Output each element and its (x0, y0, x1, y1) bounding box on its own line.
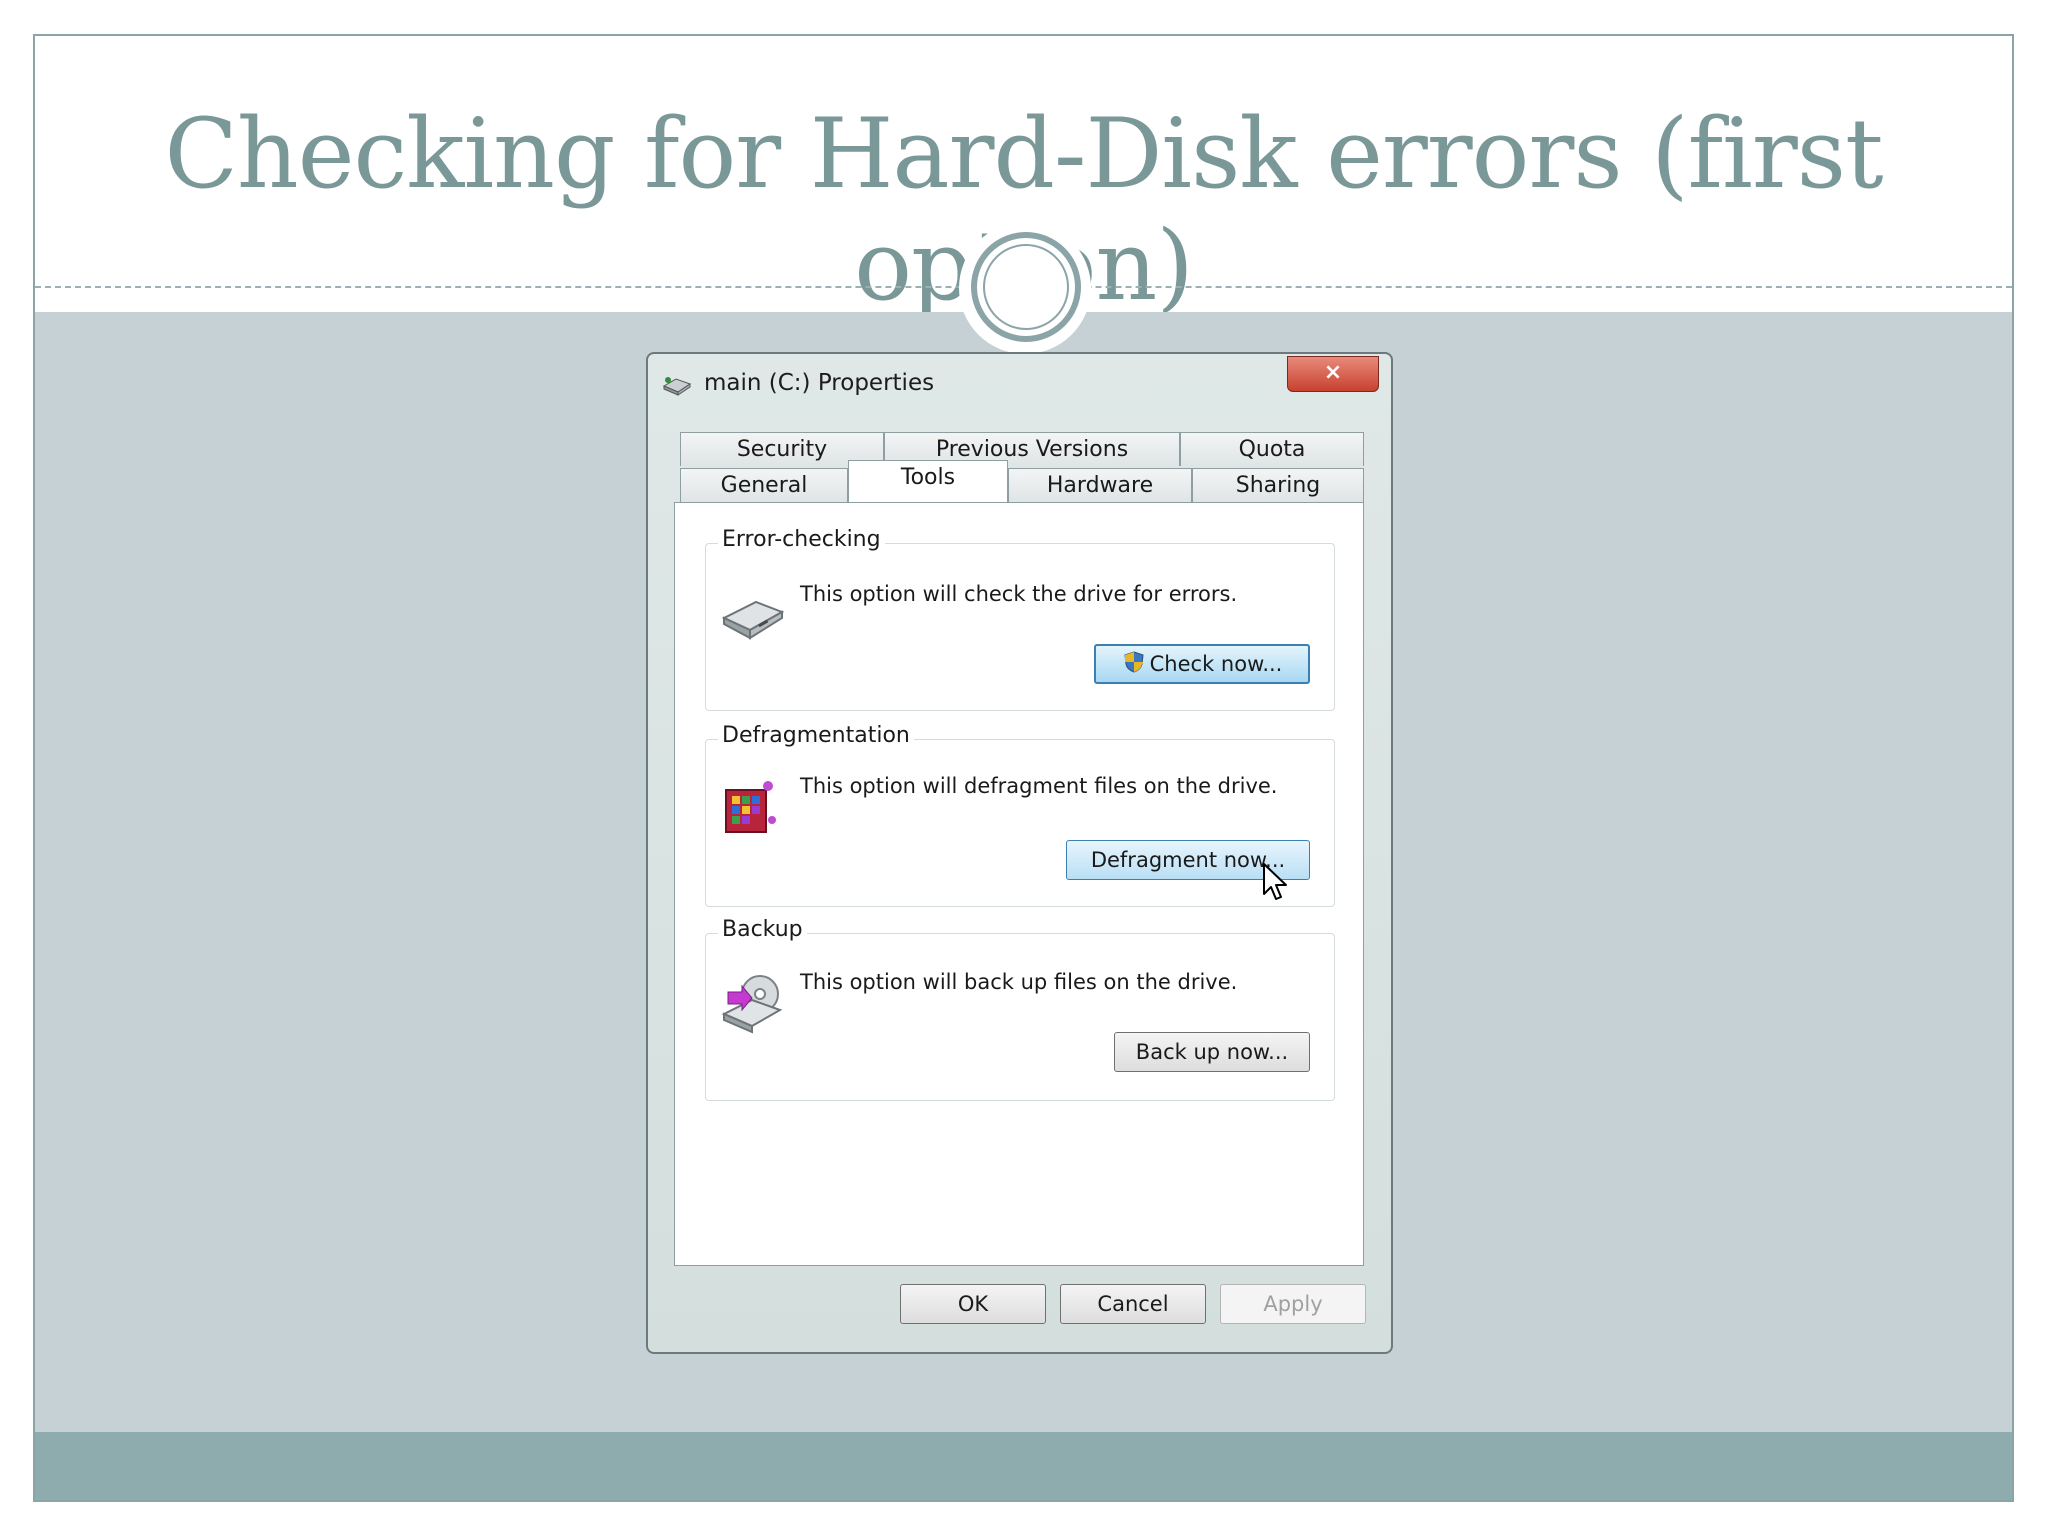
tab-hardware[interactable]: Hardware (1008, 468, 1192, 502)
defragmentation-group: Defragmentation This option will defragm… (705, 723, 1335, 907)
back-up-now-button[interactable]: Back up now... (1114, 1032, 1310, 1072)
error-checking-description: This option will check the drive for err… (800, 582, 1238, 606)
mouse-pointer-icon (1263, 863, 1287, 900)
tools-tab-panel: Error-checking This option will check th… (674, 502, 1364, 1266)
backup-group: Backup This option will back up files on… (705, 917, 1335, 1101)
uac-shield-icon (1124, 651, 1144, 673)
drive-icon (721, 600, 785, 640)
divider-circle-ornament (971, 232, 1081, 342)
tab-sharing[interactable]: Sharing (1192, 468, 1364, 502)
error-checking-group: Error-checking This option will check th… (705, 527, 1335, 711)
close-icon: × (1323, 360, 1343, 385)
slide-footer-band (35, 1432, 2012, 1500)
drive-small-icon (662, 377, 692, 396)
ok-button[interactable]: OK (900, 1284, 1046, 1324)
backup-icon (721, 975, 783, 1034)
apply-button[interactable]: Apply (1220, 1284, 1366, 1324)
defrag-icon (725, 781, 776, 833)
tab-general[interactable]: General (680, 468, 848, 502)
backup-label: Backup (718, 917, 807, 942)
defragmentation-description: This option will defragment files on the… (800, 774, 1278, 798)
check-now-button[interactable]: Check now... (1094, 644, 1310, 684)
tab-tools[interactable]: Tools (848, 460, 1008, 502)
check-now-label: Check now... (1149, 652, 1283, 676)
dialog-title: main (C:) Properties (704, 370, 935, 396)
tab-quota[interactable]: Quota (1180, 432, 1364, 466)
defragmentation-label: Defragmentation (718, 723, 914, 748)
cancel-button[interactable]: Cancel (1060, 1284, 1206, 1324)
dialog-titlebar[interactable]: main (C:) Properties × (648, 354, 1391, 412)
close-button[interactable]: × (1287, 356, 1379, 392)
properties-dialog: main (C:) Properties × Security Previous… (646, 352, 1393, 1354)
backup-description: This option will back up files on the dr… (800, 970, 1238, 994)
error-checking-label: Error-checking (718, 527, 885, 552)
